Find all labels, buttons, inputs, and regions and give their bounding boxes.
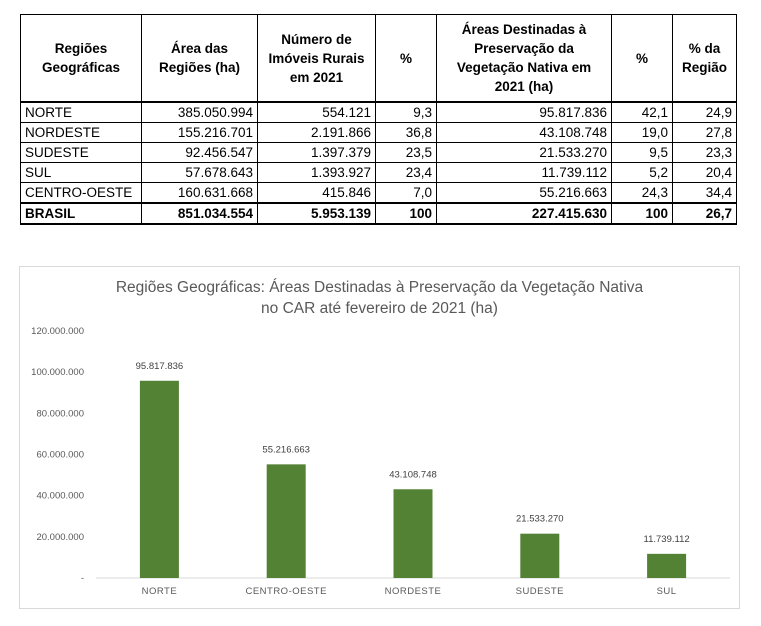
cell-pct-areas: 19,0 xyxy=(611,122,673,143)
cell-pct-imoveis: 7,0 xyxy=(375,182,437,204)
cell-pct-regiao: 20,4 xyxy=(672,162,737,183)
cell-region: NORTE xyxy=(20,101,142,123)
x-tick-label: CENTRO-OESTE xyxy=(245,586,326,597)
cell-pct-areas: 5,2 xyxy=(611,162,673,183)
cell-region: CENTRO-OESTE xyxy=(20,182,142,204)
cell-pct-areas: 9,5 xyxy=(611,142,673,163)
y-tick-label: 40.000.000 xyxy=(36,491,84,502)
cell-area: 385.050.994 xyxy=(141,101,258,123)
cell-areas-preservacao: 43.108.748 xyxy=(436,122,612,143)
cell-pct-imoveis: 36,8 xyxy=(375,122,437,143)
bar xyxy=(647,553,687,578)
cell-pct-regiao: 34,4 xyxy=(672,182,737,204)
cell-region: BRASIL xyxy=(20,202,142,225)
cell-areas-preservacao: 21.533.270 xyxy=(436,142,612,163)
cell-pct-regiao: 24,9 xyxy=(672,101,737,123)
y-tick-label: 60.000.000 xyxy=(36,450,84,461)
cell-pct-regiao: 23,3 xyxy=(672,142,737,163)
table-row: NORTE 385.050.994 554.121 9,3 95.817.836… xyxy=(20,101,737,123)
cell-pct-imoveis: 100 xyxy=(375,202,437,225)
y-tick-label: 80.000.000 xyxy=(36,408,84,419)
data-label: 55.216.663 xyxy=(262,444,310,455)
y-tick-label: 120.000.000 xyxy=(31,326,84,337)
bar xyxy=(266,464,306,578)
cell-areas-preservacao: 11.739.112 xyxy=(436,162,612,183)
cell-pct-regiao: 27,8 xyxy=(672,122,737,143)
table-row: SUL 57.678.643 1.393.927 23,4 11.739.112… xyxy=(20,162,737,183)
cell-pct-regiao: 26,7 xyxy=(672,202,737,225)
header-area: Área das Regiões (ha) xyxy=(141,14,258,103)
cell-imoveis: 1.397.379 xyxy=(257,142,376,163)
bar xyxy=(139,380,179,578)
cell-imoveis: 415.846 xyxy=(257,182,376,204)
cell-pct-imoveis: 23,5 xyxy=(375,142,437,163)
data-label: 95.817.836 xyxy=(136,361,184,372)
y-tick-label: 100.000.000 xyxy=(31,367,84,378)
cell-pct-imoveis: 23,4 xyxy=(375,162,437,183)
cell-imoveis: 5.953.139 xyxy=(257,202,376,225)
cell-region: SUDESTE xyxy=(20,142,142,163)
cell-areas-preservacao: 95.817.836 xyxy=(436,101,612,123)
cell-imoveis: 554.121 xyxy=(257,101,376,123)
cell-pct-areas: 100 xyxy=(611,202,673,225)
header-areas-preservacao: Áreas Destinadas à Preservação da Vegeta… xyxy=(436,14,612,103)
cell-region: NORDESTE xyxy=(20,122,142,143)
header-pct-regiao: % da Região xyxy=(672,14,737,103)
cell-pct-areas: 42,1 xyxy=(611,101,673,123)
data-table: Regiões Geográficas Área das Regiões (ha… xyxy=(20,14,737,225)
cell-areas-preservacao: 227.415.630 xyxy=(436,202,612,225)
y-tick-label: 20.000.000 xyxy=(36,532,84,543)
data-label: 43.108.748 xyxy=(389,469,437,480)
cell-area: 851.034.554 xyxy=(141,202,258,225)
cell-imoveis: 2.191.866 xyxy=(257,122,376,143)
y-tick-label: - xyxy=(81,573,84,584)
cell-pct-imoveis: 9,3 xyxy=(375,101,437,123)
cell-region: SUL xyxy=(20,162,142,183)
bar xyxy=(520,533,560,578)
header-pct-imoveis: % xyxy=(375,14,437,103)
data-label: 11.739.112 xyxy=(644,534,690,545)
table-total-row: BRASIL 851.034.554 5.953.139 100 227.415… xyxy=(20,202,737,225)
table-header-row: Regiões Geográficas Área das Regiões (ha… xyxy=(20,14,737,103)
cell-area: 92.456.547 xyxy=(141,142,258,163)
cell-area: 155.216.701 xyxy=(141,122,258,143)
cell-imoveis: 1.393.927 xyxy=(257,162,376,183)
header-regioes: Regiões Geográficas xyxy=(20,14,142,103)
bar xyxy=(393,489,433,578)
cell-area: 160.631.668 xyxy=(141,182,258,204)
header-pct-areas: % xyxy=(611,14,673,103)
table-row: CENTRO-OESTE 160.631.668 415.846 7,0 55.… xyxy=(20,182,737,204)
header-imoveis: Número de Imóveis Rurais em 2021 xyxy=(257,14,376,103)
table-row: NORDESTE 155.216.701 2.191.866 36,8 43.1… xyxy=(20,122,737,143)
cell-area: 57.678.643 xyxy=(141,162,258,183)
chart-plot: - 20.000.000 40.000.000 60.000.000 80.000.00… xyxy=(31,326,730,597)
x-tick-label: NORDESTE xyxy=(385,586,442,597)
x-tick-label: NORTE xyxy=(142,586,178,597)
data-label: 21.533.270 xyxy=(516,514,564,525)
table-row: SUDESTE 92.456.547 1.397.379 23,5 21.533… xyxy=(20,142,737,163)
x-tick-label: SUDESTE xyxy=(516,586,564,597)
bar-chart: Regiões Geográficas: Áreas Destinadas à … xyxy=(19,266,740,609)
cell-areas-preservacao: 55.216.663 xyxy=(436,182,612,204)
x-tick-label: SUL xyxy=(657,586,677,597)
cell-pct-areas: 24,3 xyxy=(611,182,673,204)
